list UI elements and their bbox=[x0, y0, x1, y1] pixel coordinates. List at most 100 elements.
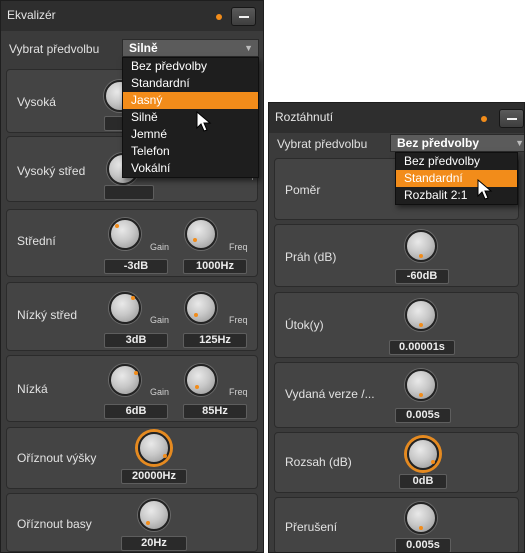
knob-indicator-icon bbox=[193, 238, 197, 242]
dropdown-option[interactable]: Jemné bbox=[123, 126, 258, 143]
gain-knob-label: Gain bbox=[150, 315, 170, 325]
release-knob[interactable] bbox=[405, 369, 437, 401]
dropdown-option[interactable]: Telefon bbox=[123, 143, 258, 160]
knob-indicator-icon bbox=[419, 526, 423, 530]
dropdown-option-highlighted[interactable]: Standardní bbox=[396, 170, 517, 187]
equalizer-titlebar: Ekvalizér bbox=[1, 1, 263, 31]
dropdown-option[interactable]: Bez předvolby bbox=[396, 153, 517, 170]
preset-select[interactable]: Bez předvolby ▼ bbox=[390, 134, 524, 152]
high-cut-row: Oříznout výšky 20000Hz bbox=[6, 427, 258, 489]
dropdown-option[interactable]: Vokální bbox=[123, 160, 258, 177]
knob-indicator-icon bbox=[163, 454, 167, 458]
knee-label: Přerušení bbox=[285, 520, 338, 534]
freq-value[interactable]: 85Hz bbox=[183, 404, 247, 419]
mouse-cursor-icon bbox=[196, 111, 212, 132]
knob-indicator-icon bbox=[146, 521, 150, 525]
gain-value[interactable] bbox=[104, 185, 154, 200]
band-row-low-mid: Nízký střed Gain Freq 3dB 125Hz bbox=[6, 282, 258, 351]
band-row-low: Nízká Gain Freq 6dB 85Hz bbox=[6, 355, 258, 422]
band-label: Nízká bbox=[17, 382, 48, 396]
preset-select-value: Silně bbox=[129, 41, 158, 55]
dropdown-option[interactable]: Bez předvolby bbox=[123, 58, 258, 75]
freq-knob-label: Freq bbox=[229, 387, 248, 397]
band-label: Nízký střed bbox=[17, 308, 78, 322]
band-label: Vysoká bbox=[17, 95, 56, 109]
knee-value[interactable]: 0.005s bbox=[395, 538, 451, 552]
gain-knob[interactable] bbox=[109, 292, 141, 324]
freq-knob-label: Freq bbox=[229, 315, 248, 325]
gain-value[interactable]: 6dB bbox=[104, 404, 168, 419]
freq-knob-label: Freq bbox=[229, 242, 248, 252]
high-cut-knob[interactable] bbox=[138, 432, 170, 464]
minimize-button[interactable] bbox=[499, 109, 524, 128]
attack-label: Útok(y) bbox=[285, 318, 324, 332]
dropdown-option[interactable]: Rozbalit 2:1 bbox=[396, 187, 517, 204]
freq-knob[interactable] bbox=[185, 218, 217, 250]
equalizer-panel: Ekvalizér Vybrat předvolbu Silně ▼ Vysok… bbox=[0, 0, 264, 553]
range-label: Rozsah (dB) bbox=[285, 455, 352, 469]
gain-value[interactable]: -3dB bbox=[104, 259, 168, 274]
band-row-mid: Střední Gain Freq -3dB 1000Hz bbox=[6, 209, 258, 277]
panel-title: Roztáhnutí bbox=[275, 110, 334, 124]
minimize-button[interactable] bbox=[231, 7, 256, 26]
freq-value[interactable]: 1000Hz bbox=[183, 259, 247, 274]
low-cut-row: Oříznout basy 20Hz bbox=[6, 493, 258, 552]
dropdown-option[interactable]: Silně bbox=[123, 109, 258, 126]
low-cut-label: Oříznout basy bbox=[17, 517, 92, 531]
knob-indicator-icon bbox=[195, 385, 199, 389]
high-cut-label: Oříznout výšky bbox=[17, 451, 97, 465]
knob-indicator-icon bbox=[115, 224, 119, 228]
threshold-row: Práh (dB) -60dB bbox=[274, 224, 519, 287]
threshold-value[interactable]: -60dB bbox=[395, 269, 449, 284]
preset-label: Vybrat předvolbu bbox=[277, 137, 368, 151]
threshold-label: Práh (dB) bbox=[285, 250, 337, 264]
knob-indicator-icon bbox=[134, 371, 138, 375]
preset-dropdown-menu: Bez předvolby Standardní Rozbalit 2:1 bbox=[395, 152, 518, 205]
preset-label: Vybrat předvolbu bbox=[9, 42, 100, 56]
release-value[interactable]: 0.005s bbox=[395, 408, 451, 423]
band-label: Střední bbox=[17, 234, 56, 248]
preset-select[interactable]: Silně ▼ bbox=[122, 39, 259, 57]
attack-knob[interactable] bbox=[405, 299, 437, 331]
chevron-down-icon: ▼ bbox=[244, 43, 253, 53]
release-label: Vydaná verze /... bbox=[285, 387, 375, 401]
band-label: Vysoký střed bbox=[17, 164, 86, 178]
mouse-cursor-icon bbox=[477, 179, 493, 200]
high-cut-value[interactable]: 20000Hz bbox=[121, 469, 187, 484]
freq-knob[interactable] bbox=[185, 292, 217, 324]
freq-value[interactable]: 125Hz bbox=[183, 333, 247, 348]
gain-value[interactable]: 3dB bbox=[104, 333, 168, 348]
range-value[interactable]: 0dB bbox=[399, 474, 447, 489]
attack-value[interactable]: 0.00001s bbox=[389, 340, 455, 355]
knob-indicator-icon bbox=[194, 313, 198, 317]
preset-select-value: Bez předvolby bbox=[397, 136, 480, 150]
knee-knob[interactable] bbox=[405, 502, 437, 534]
dropdown-option-highlighted[interactable]: Jasný bbox=[123, 92, 258, 109]
preset-dropdown-menu: Bez předvolby Standardní Jasný Silně Jem… bbox=[122, 57, 259, 178]
range-row: Rozsah (dB) 0dB bbox=[274, 432, 519, 493]
range-knob[interactable] bbox=[407, 438, 439, 470]
stretch-panel: Roztáhnutí Vybrat předvolbu Bez předvolb… bbox=[268, 102, 525, 553]
status-dot-icon bbox=[481, 116, 487, 122]
knob-indicator-icon bbox=[419, 254, 423, 258]
ratio-label: Poměr bbox=[285, 183, 321, 197]
knob-indicator-icon bbox=[431, 460, 435, 464]
low-cut-knob[interactable] bbox=[138, 499, 170, 531]
low-cut-value[interactable]: 20Hz bbox=[121, 536, 187, 551]
knob-indicator-icon bbox=[419, 393, 423, 397]
gain-knob[interactable] bbox=[109, 218, 141, 250]
knob-indicator-icon bbox=[419, 323, 423, 327]
dropdown-option[interactable]: Standardní bbox=[123, 75, 258, 92]
release-row: Vydaná verze /... 0.005s bbox=[274, 362, 519, 428]
panel-title: Ekvalizér bbox=[7, 8, 56, 22]
knob-indicator-icon bbox=[131, 296, 135, 300]
stretch-titlebar: Roztáhnutí bbox=[269, 103, 524, 133]
chevron-down-icon: ▼ bbox=[515, 138, 524, 148]
gain-knob[interactable] bbox=[109, 364, 141, 396]
knee-row: Přerušení 0.005s bbox=[274, 497, 519, 552]
threshold-knob[interactable] bbox=[405, 230, 437, 262]
gain-knob-label: Gain bbox=[150, 242, 170, 252]
gain-knob-label: Gain bbox=[150, 387, 170, 397]
freq-knob[interactable] bbox=[185, 364, 217, 396]
attack-row: Útok(y) 0.00001s bbox=[274, 292, 519, 358]
